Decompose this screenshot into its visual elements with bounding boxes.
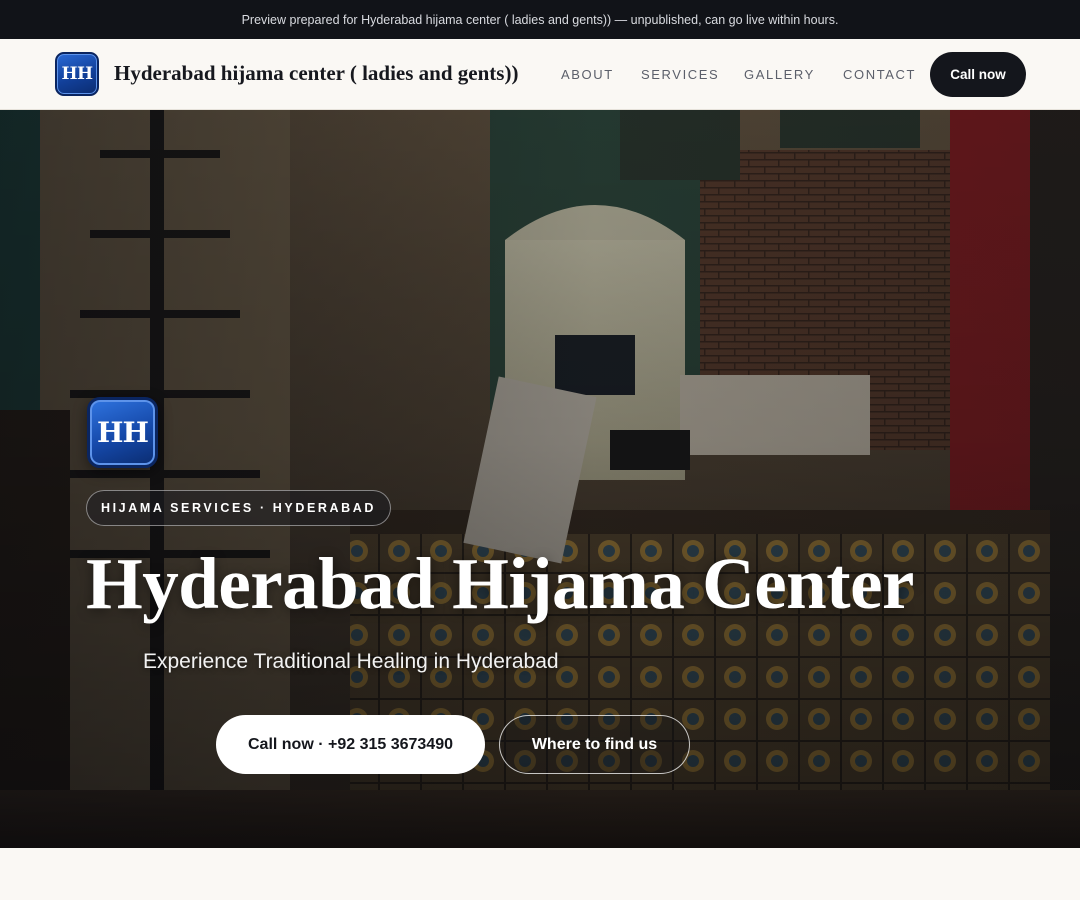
brand-logo[interactable]: HH [55,52,99,96]
next-section [0,848,1080,900]
hero-find-us-button[interactable]: Where to find us [499,715,690,774]
top-navigation: HH Hyderabad hijama center ( ladies and … [0,39,1080,110]
hero-title: Hyderabad Hijama Center [86,543,914,624]
hero-subtitle: Experience Traditional Healing in Hydera… [143,650,559,673]
nav-link-gallery[interactable]: GALLERY [744,67,815,82]
nav-link-contact[interactable]: CONTACT [843,67,916,82]
hero-logo: HH [87,397,158,468]
header-call-button[interactable]: Call now [930,52,1026,97]
hero-eyebrow-tag: HIJAMA SERVICES · HYDERABAD [86,490,391,526]
nav-link-services[interactable]: SERVICES [641,67,719,82]
hero-call-button[interactable]: Call now · +92 315 3673490 [216,715,485,774]
preview-banner: Preview prepared for Hyderabad hijama ce… [0,0,1080,39]
brand-name[interactable]: Hyderabad hijama center ( ladies and gen… [114,61,518,86]
nav-link-about[interactable]: ABOUT [561,67,614,82]
preview-banner-text: Preview prepared for Hyderabad hijama ce… [241,12,839,27]
hero-section: HH HIJAMA SERVICES · HYDERABAD Hyderabad… [0,110,1080,848]
